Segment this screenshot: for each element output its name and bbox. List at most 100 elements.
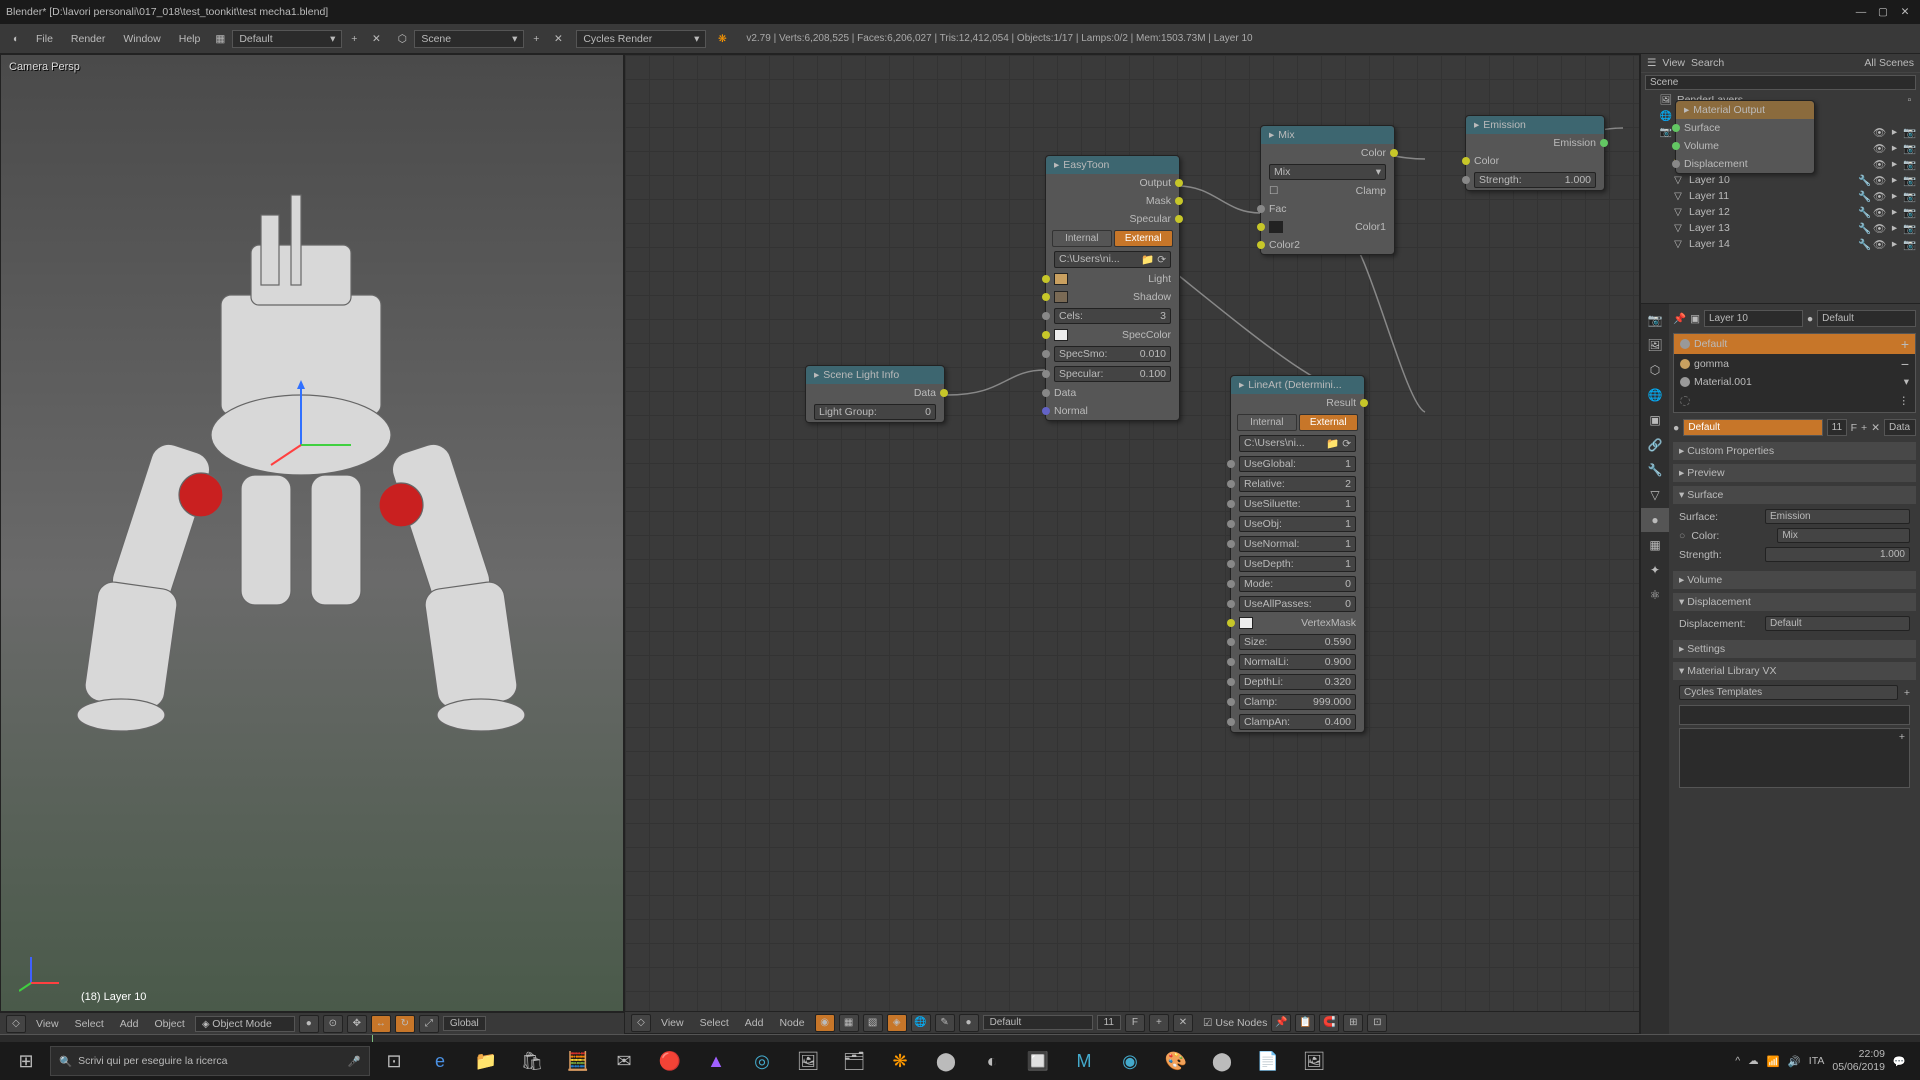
- tab-world[interactable]: 🌐: [1641, 383, 1669, 407]
- mat-fakeuser-button[interactable]: F: [1851, 422, 1857, 434]
- scene-dropdown[interactable]: Scene▾: [414, 30, 524, 48]
- mic-icon[interactable]: 🎤: [348, 1055, 361, 1068]
- lineart-external-button[interactable]: External: [1299, 414, 1359, 431]
- compositor-tree-icon[interactable]: ▦: [839, 1014, 859, 1032]
- start-menu-icon[interactable]: ⊞: [4, 1044, 48, 1078]
- explorer-icon[interactable]: 📁: [464, 1044, 508, 1078]
- action-center-icon[interactable]: 💬: [1893, 1055, 1906, 1068]
- surface-shader-dropdown[interactable]: Emission: [1765, 509, 1910, 524]
- outliner-row[interactable]: ▽Layer 13🔧👁▸📷: [1641, 220, 1920, 236]
- shader-tree-icon[interactable]: ◉: [815, 1014, 835, 1032]
- outliner-row[interactable]: ▽Layer 10🔧👁▸📷: [1641, 172, 1920, 188]
- mat-preview-icon[interactable]: ●: [959, 1014, 979, 1032]
- view3d-menu-select[interactable]: Select: [69, 1016, 110, 1032]
- task-view-icon[interactable]: ⊡: [372, 1044, 416, 1078]
- easytoon-path-field[interactable]: C:\Users\ni...📁 ⟳: [1054, 251, 1171, 268]
- outliner-editor-type-icon[interactable]: ☰: [1647, 57, 1656, 69]
- texture-tree-icon[interactable]: ▧: [863, 1014, 883, 1032]
- shading-solid-icon[interactable]: ●: [299, 1015, 319, 1033]
- render-vis-icon[interactable]: 📷: [1903, 126, 1916, 139]
- tab-physics[interactable]: ⚛: [1641, 583, 1669, 607]
- pivot-icon[interactable]: ⊙: [323, 1015, 343, 1033]
- material-slot[interactable]: Default+: [1674, 334, 1915, 354]
- node-emission[interactable]: ▸Emission Emission Color Strength:1.000: [1465, 115, 1605, 191]
- datablock-icon[interactable]: ▫: [1903, 94, 1916, 106]
- tab-data[interactable]: ▽: [1641, 483, 1669, 507]
- tab-constraints[interactable]: 🔗: [1641, 433, 1669, 457]
- node-lineart[interactable]: ▸LineArt (Determini... Result InternalEx…: [1230, 375, 1365, 733]
- breadcrumb-material[interactable]: Default: [1817, 310, 1916, 327]
- layout-grid-icon[interactable]: ▦: [212, 31, 228, 47]
- remove-layout-icon[interactable]: ✕: [368, 31, 384, 47]
- 3d-viewport[interactable]: Camera Persp: [0, 54, 624, 1012]
- tab-scene[interactable]: ⬡: [1641, 358, 1669, 382]
- view3d-menu-add[interactable]: Add: [114, 1016, 145, 1032]
- app-icon[interactable]: ◉: [1108, 1044, 1152, 1078]
- app-icon[interactable]: 🗂: [832, 1044, 876, 1078]
- autogroup-icon[interactable]: ⊞: [1343, 1014, 1363, 1032]
- tab-material[interactable]: ●: [1641, 508, 1669, 532]
- outliner[interactable]: ☰ View Search All Scenes Scene 🖼RenderLa…: [1641, 54, 1920, 304]
- strength-field[interactable]: 1.000: [1765, 547, 1910, 562]
- nodeed-editor-type-icon[interactable]: ◇: [631, 1014, 651, 1032]
- add-scene-icon[interactable]: +: [528, 31, 544, 47]
- node-easytoon[interactable]: ▸EasyToon Output Mask Specular InternalE…: [1045, 155, 1180, 421]
- translate-gizmo-icon[interactable]: ↔: [371, 1015, 391, 1033]
- cycles-templates-dropdown[interactable]: Cycles Templates: [1679, 685, 1898, 700]
- maximize-icon[interactable]: ▢: [1874, 6, 1892, 18]
- template-add-icon[interactable]: +: [1899, 731, 1905, 743]
- volume-icon[interactable]: 🔊: [1788, 1055, 1801, 1068]
- panel-preview[interactable]: ▸ Preview: [1673, 464, 1916, 482]
- easytoon-internal-button[interactable]: Internal: [1052, 230, 1112, 247]
- outliner-display-dropdown[interactable]: All Scenes: [1864, 57, 1914, 69]
- editor-type-icon[interactable]: ◇: [6, 1015, 26, 1033]
- engine-dropdown[interactable]: Cycles Render▾: [576, 30, 706, 48]
- material-name-field[interactable]: Default: [1683, 419, 1822, 436]
- scale-gizmo-icon[interactable]: ⤢: [419, 1015, 439, 1033]
- nodeed-menu-add[interactable]: Add: [739, 1015, 770, 1031]
- app-icon[interactable]: ◐: [970, 1044, 1014, 1078]
- mat-users-field[interactable]: 11: [1097, 1015, 1121, 1030]
- object-shader-icon[interactable]: ◈: [887, 1014, 907, 1032]
- panel-settings[interactable]: ▸ Settings: [1673, 640, 1916, 658]
- material-slot[interactable]: gomma−: [1674, 354, 1915, 374]
- slot-remove-icon[interactable]: −: [1901, 356, 1909, 372]
- mat-unlink-button[interactable]: ✕: [1871, 422, 1880, 434]
- node-material-output[interactable]: ▸Material Output Surface Volume Displace…: [1675, 100, 1815, 174]
- template-list[interactable]: +: [1679, 728, 1910, 788]
- panel-material-library[interactable]: ▾ Material Library VX: [1673, 662, 1916, 680]
- app-icon[interactable]: 🖼: [786, 1044, 830, 1078]
- backdrop-icon[interactable]: ⊡: [1367, 1014, 1387, 1032]
- tray-expand-icon[interactable]: ^: [1735, 1055, 1740, 1067]
- panel-volume[interactable]: ▸ Volume: [1673, 571, 1916, 589]
- tab-renderlayers[interactable]: 🖼: [1641, 333, 1669, 357]
- pin-icon[interactable]: 📌: [1673, 312, 1686, 325]
- chrome-icon[interactable]: 🔴: [648, 1044, 692, 1078]
- material-users[interactable]: 11: [1827, 419, 1847, 436]
- minimize-icon[interactable]: —: [1852, 6, 1870, 18]
- slot-add-icon[interactable]: +: [1901, 336, 1909, 352]
- outliner-search[interactable]: Search: [1691, 57, 1724, 69]
- cloud-icon[interactable]: ☁: [1748, 1055, 1759, 1067]
- blender-icon[interactable]: ❋: [878, 1044, 922, 1078]
- network-icon[interactable]: 📶: [1767, 1055, 1780, 1068]
- template-search[interactable]: [1679, 705, 1910, 725]
- obs-icon[interactable]: ⬤: [924, 1044, 968, 1078]
- menu-file[interactable]: File: [28, 30, 61, 48]
- material-link-dropdown[interactable]: Data: [1884, 419, 1916, 436]
- app-icon[interactable]: 🎨: [1154, 1044, 1198, 1078]
- menu-render[interactable]: Render: [63, 30, 113, 48]
- material-slot[interactable]: Material.001▾: [1674, 374, 1915, 390]
- pin-icon[interactable]: 📌: [1271, 1014, 1291, 1032]
- mat-add-button[interactable]: +: [1861, 422, 1867, 434]
- notepad-icon[interactable]: 📄: [1246, 1044, 1290, 1078]
- add-template-icon[interactable]: +: [1904, 687, 1910, 699]
- taskbar-search[interactable]: 🔍 Scrivi qui per eseguire la ricerca 🎤: [50, 1046, 370, 1076]
- close-icon[interactable]: ✕: [1896, 6, 1914, 18]
- mat-add-button[interactable]: +: [1149, 1014, 1169, 1032]
- maya-icon[interactable]: M: [1062, 1044, 1106, 1078]
- edge-icon[interactable]: e: [418, 1044, 462, 1078]
- outliner-row[interactable]: ▽Layer 11🔧👁▸📷: [1641, 188, 1920, 204]
- mat-fakeuser-button[interactable]: F: [1125, 1014, 1145, 1032]
- node-scene-light-info[interactable]: ▸Scene Light Info Data Light Group:0: [805, 365, 945, 423]
